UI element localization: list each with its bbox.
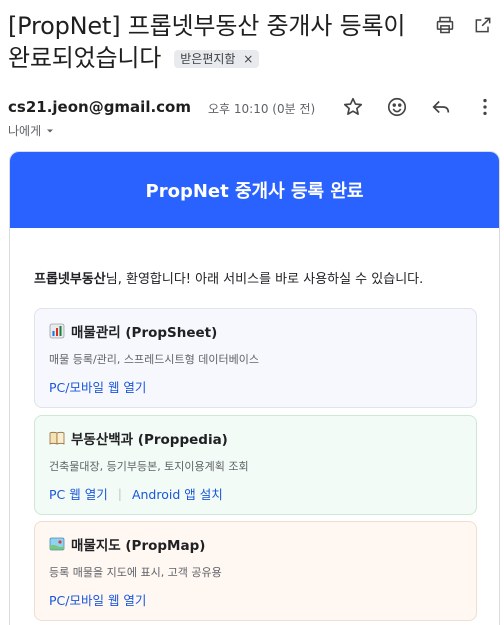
recipient-dropdown[interactable]: 나에게 — [8, 122, 55, 139]
service-title-row: 매물관리 (PropSheet) — [49, 321, 462, 341]
service-links: PC 웹 열기 | Android 앱 설치 — [49, 484, 462, 503]
welcome-name: 프롭넷부동산 — [34, 272, 106, 287]
proppedia-android-install-link[interactable]: Android 앱 설치 — [132, 484, 223, 503]
timestamp: 오후 10:10 (0분 전) — [208, 102, 316, 116]
more-options-icon[interactable] — [474, 96, 496, 118]
service-description: 건축물대장, 등기부등본, 토지이용계획 조회 — [49, 460, 249, 473]
link-separator: | — [117, 486, 122, 501]
banner: PropNet 중개사 등록 완료 — [10, 152, 499, 228]
email-body-card: PropNet 중개사 등록 완료 프롭넷부동산님, 환영합니다! 아래 서비스… — [9, 151, 500, 625]
service-card-propsheet: 매물관리 (PropSheet) 매물 등록/관리, 스프레드시트형 데이터베이… — [34, 308, 477, 408]
sender-email[interactable]: cs21.jeon@gmail.com — [8, 98, 191, 116]
propsheet-web-link[interactable]: PC/모바일 웹 열기 — [49, 377, 146, 396]
bar-chart-icon — [49, 323, 65, 339]
map-icon — [49, 537, 65, 551]
service-description: 매물 등록/관리, 스프레드시트형 데이터베이스 — [49, 353, 259, 366]
reply-icon[interactable] — [430, 96, 452, 118]
chevron-down-icon — [47, 129, 54, 132]
recipient-label: 나에게 — [8, 124, 42, 138]
welcome-text: 님, 환영합니다! 아래 서비스를 바로 사용하실 수 있습니다. — [105, 272, 424, 287]
service-links: PC/모바일 웹 열기 — [49, 377, 462, 396]
service-card-proppedia: 부동산백과 (Proppedia) 건축물대장, 등기부등본, 토지이용계획 조… — [34, 415, 477, 515]
inbox-label-chip[interactable]: 받은편지함 × — [174, 50, 260, 68]
book-icon — [49, 431, 65, 445]
subject-row: [PropNet] 프롭넷부동산 중개사 등록이 완료되었습니다 받은편지함 × — [8, 10, 418, 74]
welcome-message: 프롭넷부동산님, 환영합니다! 아래 서비스를 바로 사용하실 수 있습니다. — [34, 268, 423, 287]
service-title: 매물관리 (PropSheet) — [71, 325, 218, 341]
service-description: 등록 매물을 지도에 표시, 고객 공유용 — [49, 566, 222, 579]
service-title-row: 매물지도 (PropMap) — [49, 534, 462, 554]
banner-title: PropNet 중개사 등록 완료 — [145, 181, 364, 202]
print-icon[interactable] — [434, 14, 456, 36]
sender-row: cs21.jeon@gmail.com 나에게 오후 10:10 (0분 전) — [8, 96, 496, 142]
service-title: 매물지도 (PropMap) — [71, 538, 206, 554]
propmap-web-link[interactable]: PC/모바일 웹 열기 — [49, 590, 146, 609]
proppedia-pc-web-link[interactable]: PC 웹 열기 — [49, 484, 108, 503]
service-title: 부동산백과 (Proppedia) — [71, 432, 228, 448]
service-links: PC/모바일 웹 열기 — [49, 590, 462, 609]
top-actions — [434, 14, 494, 36]
star-icon[interactable] — [342, 96, 364, 118]
open-new-window-icon[interactable] — [472, 14, 494, 36]
message-actions — [342, 96, 496, 118]
service-card-propmap: 매물지도 (PropMap) 등록 매물을 지도에 표시, 고객 공유용 PC/… — [34, 521, 477, 621]
emoji-reaction-icon[interactable] — [386, 96, 408, 118]
inbox-label-text: 받은편지함 — [180, 52, 236, 66]
service-title-row: 부동산백과 (Proppedia) — [49, 428, 462, 448]
remove-label-icon[interactable]: × — [243, 52, 253, 66]
